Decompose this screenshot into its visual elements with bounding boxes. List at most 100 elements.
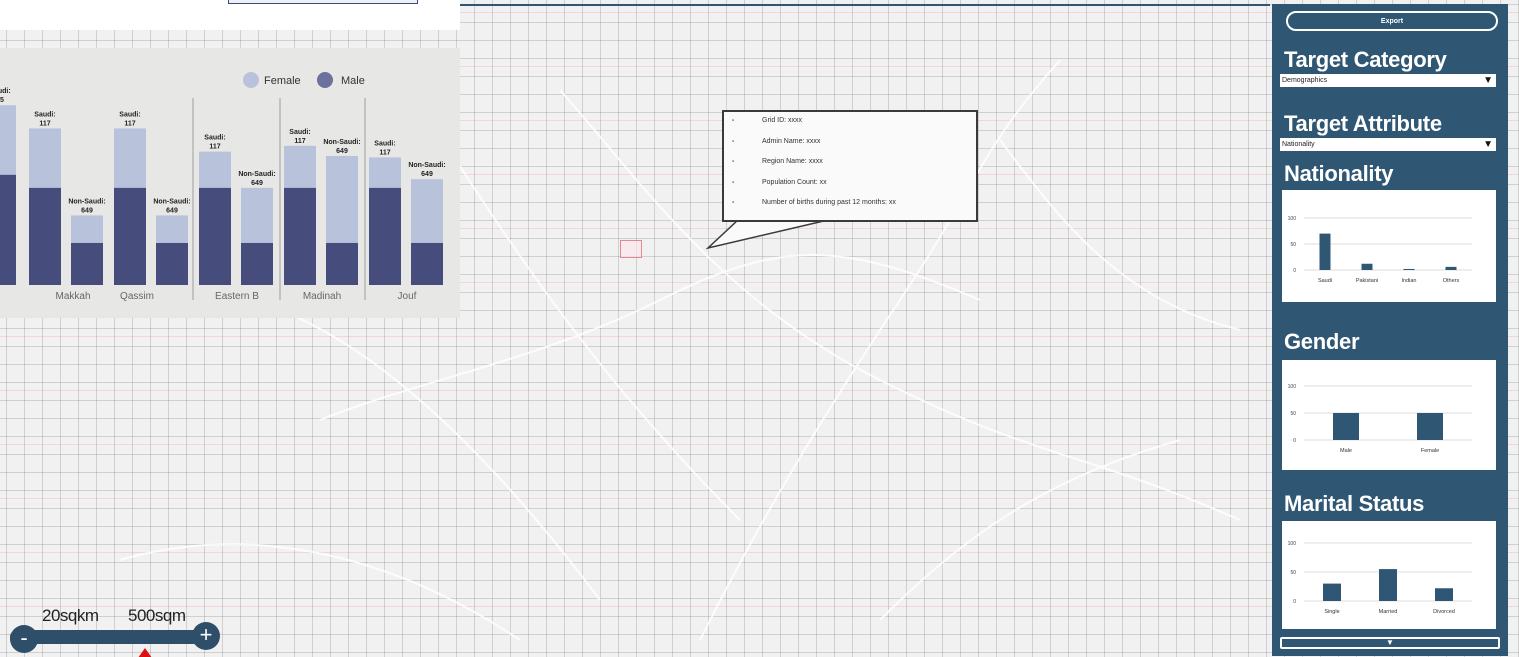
- nationality-chart: 100 50 0 Saudi Pakistani Indian Others: [1282, 190, 1496, 302]
- y-tick-label: 0: [1293, 268, 1296, 274]
- bar-female-segment: [326, 155, 358, 243]
- bar-data-label: Saudi:: [289, 129, 310, 136]
- y-tick-label: 50: [1290, 411, 1296, 417]
- category-tick-label: Eastern B: [215, 291, 259, 302]
- bar-data-label: 649: [251, 180, 263, 187]
- tooltip-line-population: - Population Count: xx: [732, 178, 827, 186]
- gender-heading: Gender: [1284, 329, 1360, 354]
- bar-data-label: 649: [421, 171, 433, 178]
- y-tick-label: 100: [1288, 216, 1297, 222]
- chevron-down-icon: ▼: [1386, 638, 1394, 647]
- bar-data-label: 117: [39, 120, 50, 127]
- zoom-max-label: 500sqm: [128, 606, 186, 625]
- zoom-in-button[interactable]: +: [192, 622, 220, 650]
- bar-data-label: 117: [294, 138, 305, 145]
- bar-male-segment: [199, 187, 231, 285]
- sidebar-scroll-down-button[interactable]: ▼: [1280, 637, 1500, 649]
- tooltip-line-admin-name: - Admin Name: xxxx: [732, 137, 821, 145]
- bar-data-label: Saudi:: [0, 88, 11, 95]
- export-button[interactable]: Export: [1286, 11, 1498, 31]
- y-tick-label: 0: [1293, 599, 1296, 605]
- zoom-min-label: 20sqkm: [42, 606, 99, 625]
- region-nationality-chart: Female Male Saudi: 15 Saudi: 117 Non-Saudi: 649…: [0, 48, 460, 318]
- bar-data-label: 117: [124, 120, 135, 127]
- y-tick-label: 100: [1288, 384, 1297, 390]
- target-attribute-heading: Target Attribute: [1284, 111, 1442, 136]
- dropdown-arrow-icon: ▼: [1483, 139, 1493, 150]
- bar-female-segment: [0, 105, 16, 175]
- bar-female-segment: [29, 128, 61, 188]
- zoom-out-button[interactable]: -: [10, 625, 38, 653]
- target-category-value: Demographics: [1282, 77, 1328, 84]
- category-tick-label: Madinah: [303, 291, 341, 302]
- bar-female-segment: [156, 215, 188, 243]
- bar-female-segment: [284, 145, 316, 188]
- legend-female-label: Female: [264, 75, 301, 87]
- bar-female-segment: [114, 128, 146, 188]
- zoom-slider-track[interactable]: [10, 630, 210, 644]
- x-tick-label: Indian: [1402, 278, 1417, 284]
- bar-male-segment: [241, 242, 273, 285]
- bar-data-label: 117: [379, 149, 390, 156]
- bar-data-label: 649: [166, 207, 178, 214]
- bar-male-segment: [29, 187, 61, 285]
- bar-data-label: Non-Saudi:: [153, 198, 190, 205]
- bar-data-label: 649: [81, 207, 93, 214]
- y-tick-label: 50: [1290, 570, 1296, 576]
- category-tick-label: Qassim: [120, 291, 154, 302]
- map-top-border: [460, 4, 1270, 6]
- target-category-select[interactable]: Demographics ▼: [1280, 74, 1496, 87]
- x-tick-label: Others: [1443, 278, 1460, 284]
- bar-data-label: Non-Saudi:: [238, 171, 275, 178]
- tooltip-line-births: - Number of births during past 12 months:…: [732, 199, 896, 206]
- y-tick-label: 100: [1288, 541, 1297, 547]
- mini-chart-bar: [1445, 266, 1457, 270]
- gender-chart-svg: 100 50 0 Male Female: [1288, 384, 1472, 454]
- bar-data-label: Saudi:: [204, 135, 225, 142]
- marital-status-chart-svg: 100 50 0 Single Married Divorced: [1288, 541, 1472, 615]
- mini-chart-bar: [1319, 233, 1331, 270]
- mini-chart-bar: [1417, 413, 1443, 440]
- y-tick-label: 50: [1290, 242, 1296, 248]
- bar-male-segment: [0, 174, 16, 285]
- category-tick-label: Makkah: [55, 291, 90, 302]
- header-selection-box: [228, 0, 418, 4]
- y-tick-label: 0: [1293, 438, 1296, 444]
- x-tick-label: Pakistani: [1356, 278, 1378, 284]
- nationality-chart-svg: 100 50 0 Saudi Pakistani Indian Others: [1288, 216, 1472, 284]
- marital-status-chart: 100 50 0 Single Married Divorced: [1282, 521, 1496, 629]
- bar-female-segment: [411, 179, 443, 243]
- legend-female-swatch: [243, 72, 259, 88]
- bar-data-label: 15: [0, 97, 4, 104]
- bar-male-segment: [156, 242, 188, 285]
- bar-data-label: Saudi:: [119, 111, 140, 118]
- bar-data-label: 649: [336, 148, 348, 155]
- gender-chart: 100 50 0 Male Female: [1282, 360, 1496, 470]
- bar-data-label: 117: [209, 144, 220, 151]
- bar-male-segment: [284, 187, 316, 285]
- mini-chart-bar: [1435, 588, 1453, 601]
- mini-chart-bar: [1361, 263, 1373, 270]
- bar-female-segment: [241, 187, 273, 243]
- selected-grid-cell[interactable]: [620, 240, 642, 258]
- target-attribute-select[interactable]: Nationality ▼: [1280, 138, 1496, 151]
- marital-status-heading: Marital Status: [1284, 491, 1425, 516]
- x-tick-label: Male: [1340, 448, 1352, 454]
- category-tick-label: Jouf: [398, 291, 417, 302]
- x-tick-label: Divorced: [1433, 609, 1455, 615]
- bar-male-segment: [326, 242, 358, 285]
- zoom-position-marker-icon: [138, 648, 152, 657]
- bar-male-segment: [71, 242, 103, 285]
- mini-chart-bar: [1323, 583, 1341, 601]
- mini-chart-bar: [1379, 569, 1397, 601]
- bar-female-segment: [71, 215, 103, 243]
- bar-data-label: Saudi:: [34, 111, 55, 118]
- tooltip-line-region-name: - Region Name: xxxx: [732, 158, 823, 165]
- legend-male-label: Male: [341, 75, 365, 87]
- x-tick-label: Female: [1421, 448, 1439, 454]
- bar-female-segment: [369, 157, 401, 188]
- bar-male-segment: [114, 187, 146, 285]
- x-tick-label: Single: [1324, 609, 1339, 615]
- mini-chart-bar: [1333, 413, 1359, 440]
- bar-male-segment: [369, 187, 401, 285]
